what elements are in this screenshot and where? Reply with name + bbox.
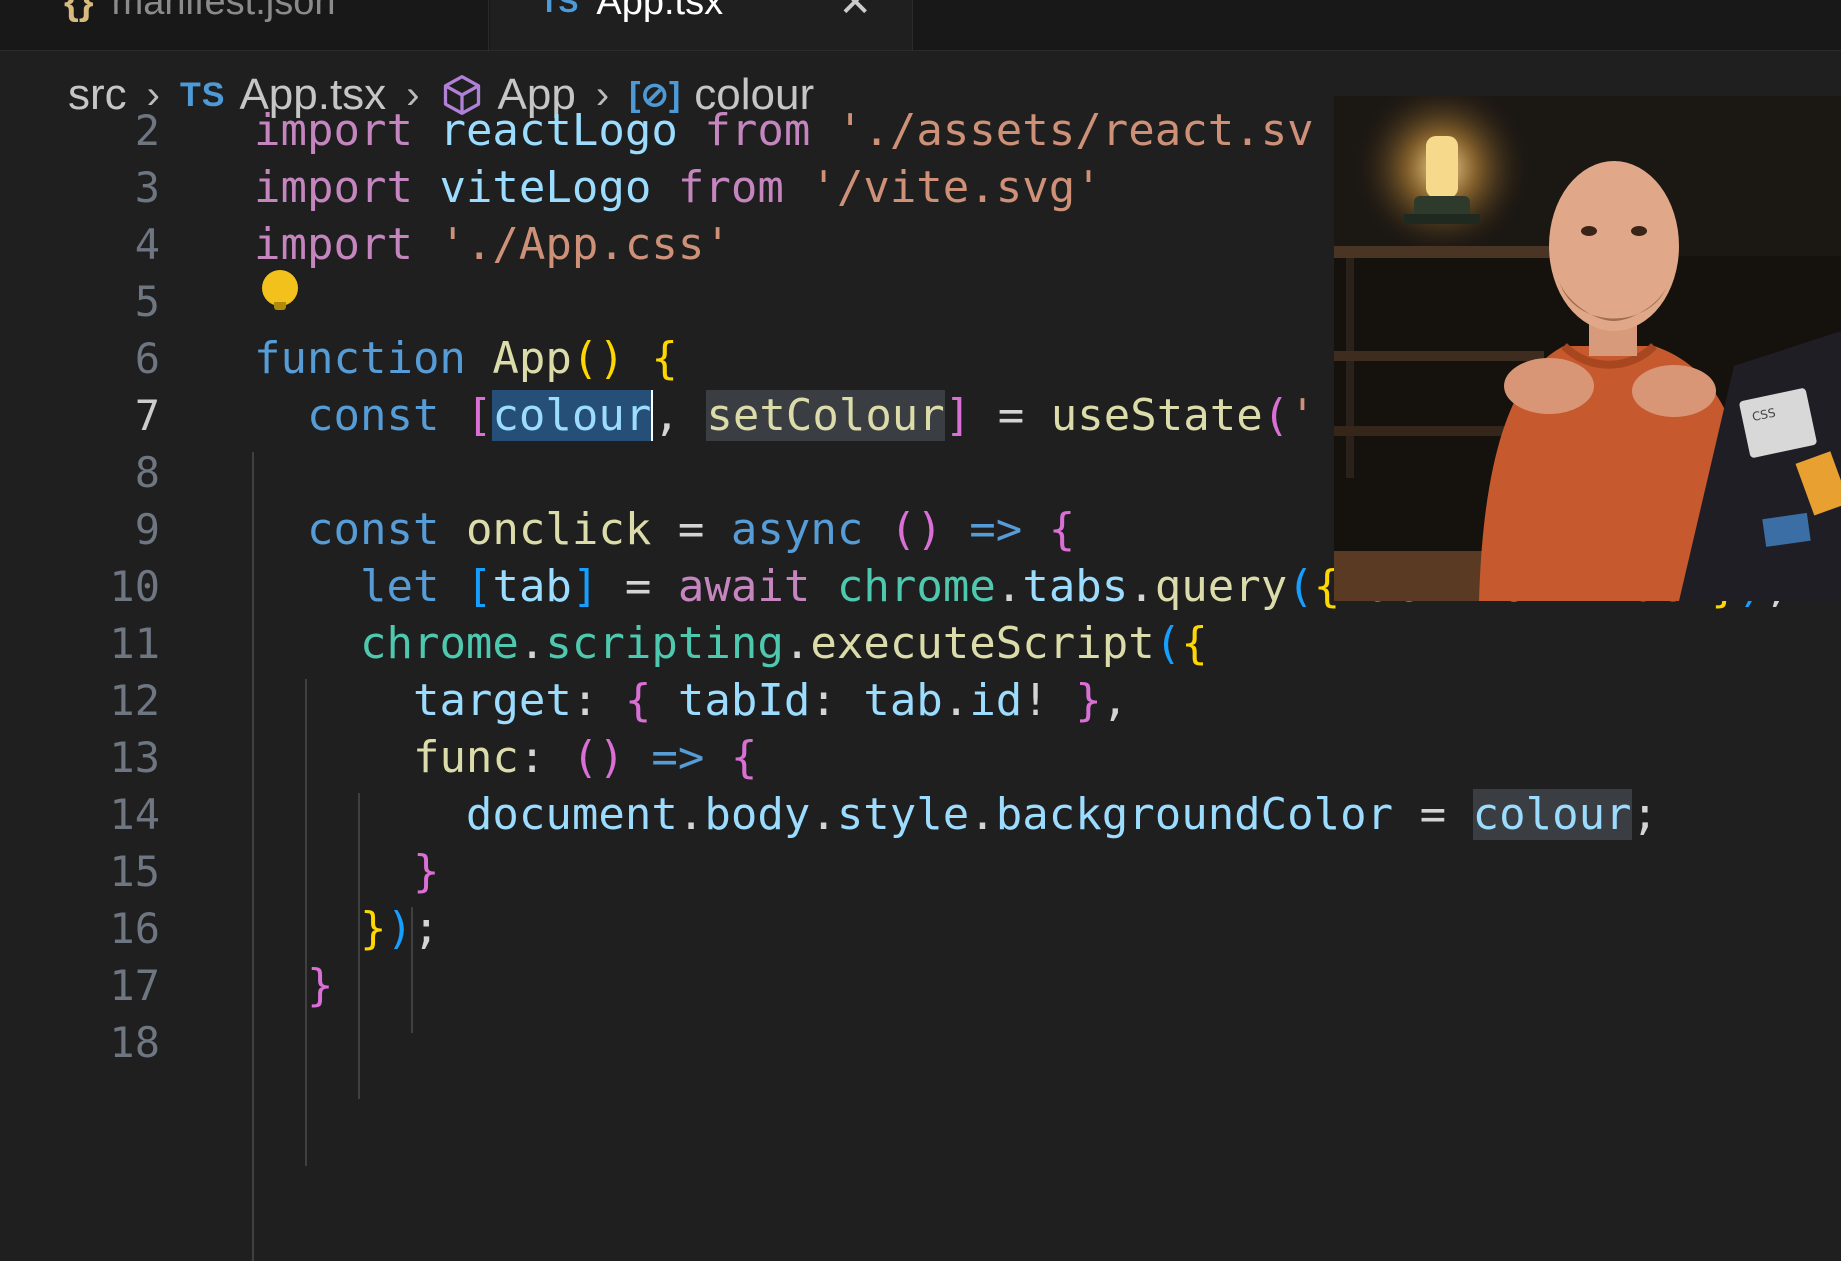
typescript-file-icon: TS [540,0,579,19]
tab-label: App.tsx [596,0,724,23]
json-file-icon: {} [64,0,94,23]
lightbulb-icon[interactable] [262,270,298,310]
code-line[interactable]: 18 [0,1009,1841,1076]
line-number: 18 [109,1018,160,1067]
tab-label: manifest.json [111,0,336,23]
close-icon[interactable]: ✕ [838,0,872,26]
tab-manifest-json[interactable]: {} manifest.json [14,0,489,50]
tab-app-tsx[interactable]: TS App.tsx ✕ [490,0,913,50]
webcam-overlay: CSS [1334,96,1841,601]
tab-bar: {} manifest.json TS App.tsx ✕ [0,0,1841,51]
